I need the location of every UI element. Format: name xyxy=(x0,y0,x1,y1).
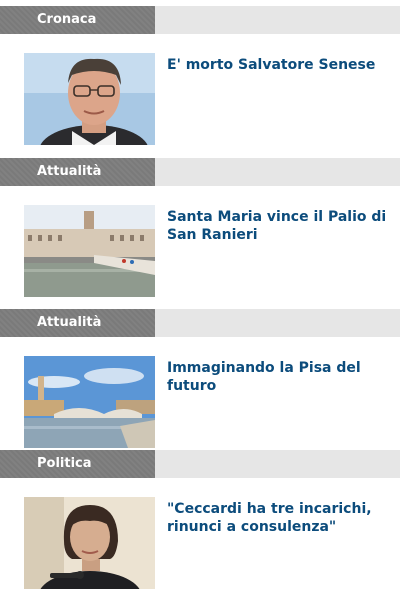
category-label[interactable]: Politica xyxy=(0,450,155,478)
article-headline[interactable]: Santa Maria vince il Palio di San Ranier… xyxy=(167,208,392,244)
news-item: Cronaca E' morto Salvatore Senese xyxy=(0,6,400,152)
category-bar: Attualità xyxy=(0,309,400,337)
category-bar: Attualità xyxy=(0,158,400,186)
news-item: Attualità Santa Maria vince il Palio di … xyxy=(0,158,400,304)
article-thumbnail[interactable] xyxy=(24,497,155,589)
news-list: Cronaca E' morto Salvatore Senese Attual… xyxy=(0,0,400,589)
article-headline[interactable]: "Ceccardi ha tre incarichi, rinunci a co… xyxy=(167,500,392,536)
news-item: Attualità Immaginando la Pisa del futuro xyxy=(0,309,400,455)
article-thumbnail[interactable] xyxy=(24,205,155,297)
category-bar: Cronaca xyxy=(0,6,400,34)
article-headline[interactable]: E' morto Salvatore Senese xyxy=(167,56,392,74)
category-label[interactable]: Cronaca xyxy=(0,6,155,34)
article-thumbnail[interactable] xyxy=(24,356,155,448)
category-bar: Politica xyxy=(0,450,400,478)
portrait-man-glasses-image xyxy=(24,53,155,145)
category-label[interactable]: Attualità xyxy=(0,158,155,186)
category-label[interactable]: Attualità xyxy=(0,309,155,337)
river-bridge-tower-image xyxy=(24,356,155,448)
article-headline[interactable]: Immaginando la Pisa del futuro xyxy=(167,359,392,395)
portrait-woman-microphone-image xyxy=(24,497,155,589)
river-palio-city-image xyxy=(24,205,155,297)
article-thumbnail[interactable] xyxy=(24,53,155,145)
news-item: Politica "Ceccardi ha tre incarichi, rin… xyxy=(0,450,400,596)
